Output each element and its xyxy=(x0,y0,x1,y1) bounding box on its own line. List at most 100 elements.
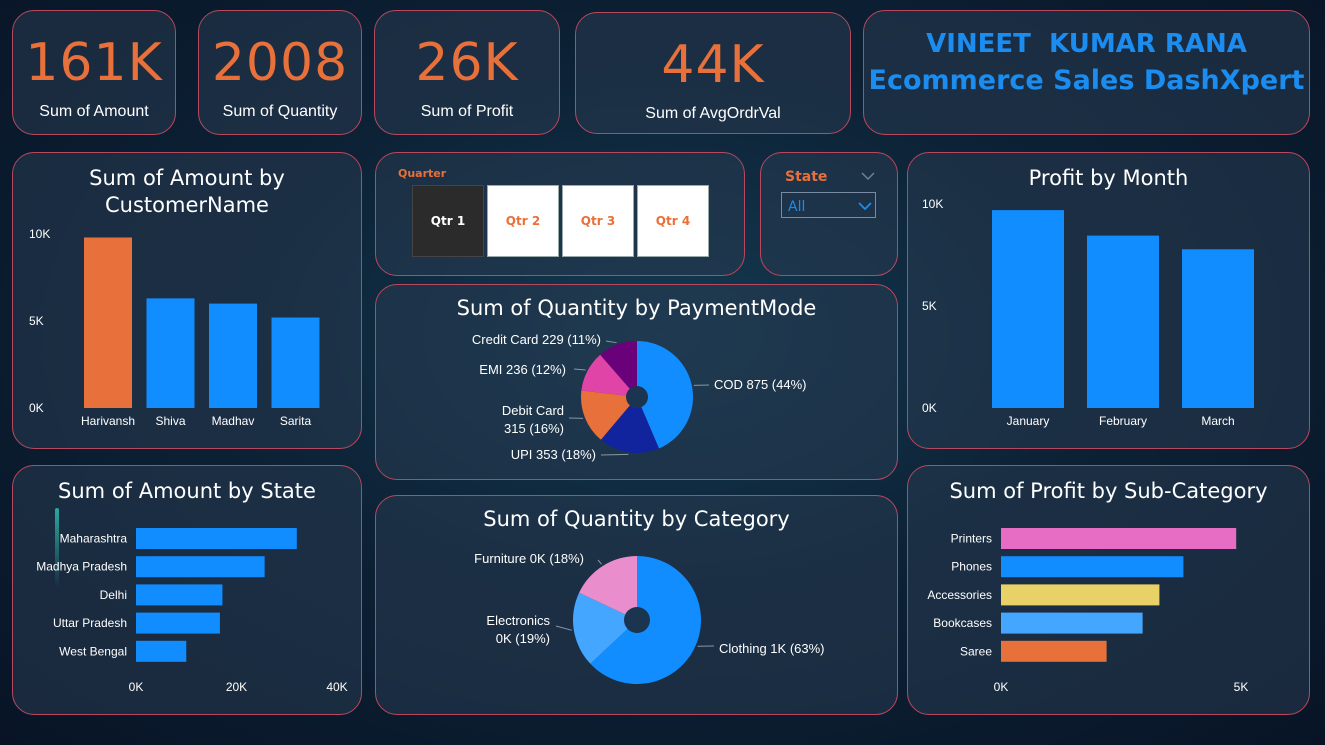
slice-label: Electronics 0K (19%) xyxy=(486,613,550,646)
kpi-value: 26K xyxy=(415,33,519,93)
y-tick-label: Accessories xyxy=(927,588,992,602)
bar xyxy=(1182,249,1254,408)
bar xyxy=(146,298,195,408)
kpi-card-amount: 161K Sum of Amount xyxy=(12,10,176,135)
pie-chart-payment: COD 875 (44%) UPI 353 (18%) Debit Card 315 … xyxy=(472,332,807,462)
slice-label: Furniture 0K (18%) xyxy=(474,551,584,566)
slice-label: Clothing 1K (63%) xyxy=(719,641,825,656)
y-tick-label: West Bengal xyxy=(59,644,127,658)
leader-line xyxy=(605,340,617,344)
bar-chart-subcategory: Printers Phones Accessories Bookcases Saree 0… xyxy=(927,528,1249,694)
quarter-button-qtr2[interactable]: Qtr 2 xyxy=(487,185,559,257)
bar xyxy=(209,303,257,408)
kpi-label: Sum of Quantity xyxy=(222,103,338,120)
slice-label-line: 315 (16%) xyxy=(504,421,564,436)
chart-card-profit-by-subcategory: Sum of Profit by Sub-Category Printers Ph… xyxy=(907,465,1310,715)
bar xyxy=(992,210,1064,408)
slice-label: UPI 353 (18%) xyxy=(511,447,596,462)
y-tick-label: Maharashtra xyxy=(60,532,128,546)
bar xyxy=(1001,528,1237,549)
author-name: VINEET KUMAR RANA xyxy=(926,29,1247,59)
leader-line xyxy=(597,559,603,565)
kpi-value: 44K xyxy=(661,35,765,95)
bar xyxy=(136,612,220,634)
slice-label-line: COD 875 (44%) xyxy=(714,377,806,392)
chart-card-profit-by-month: Profit by Month 0K 5K 10K January February Ma… xyxy=(907,152,1310,449)
quarter-slicer-card: Quarter Qtr 1 Qtr 2 Qtr 3 Qtr 4 xyxy=(375,152,745,276)
leader-line xyxy=(600,453,629,456)
bar xyxy=(271,317,320,408)
x-tick-label: Madhav xyxy=(212,414,255,428)
y-tick-label: 0K xyxy=(922,401,937,415)
bar xyxy=(136,640,187,662)
state-slicer-label: State xyxy=(785,169,828,185)
chart-card-amount-by-customer: Sum of Amount by CustomerName 0K 5K 10K Har… xyxy=(12,152,362,449)
bar xyxy=(1087,235,1159,408)
slice-label-line: Clothing 1K (63%) xyxy=(719,641,825,656)
y-tick-label: Madhya Pradesh xyxy=(36,560,127,574)
kpi-label: Sum of Profit xyxy=(420,103,514,120)
leader-line xyxy=(573,368,586,371)
bar xyxy=(136,584,223,606)
slice-label: Credit Card 229 (11%) xyxy=(472,332,601,347)
x-tick-label: 0K xyxy=(129,680,144,694)
leader-line xyxy=(555,625,572,631)
x-tick-label: Harivansh xyxy=(81,414,135,428)
bar xyxy=(136,556,265,578)
x-tick-label: February xyxy=(1099,414,1147,428)
y-tick-label: 0K xyxy=(29,401,44,415)
x-tick-label: 40K xyxy=(326,680,347,694)
bar xyxy=(1001,556,1184,578)
quarter-slicer-label: Quarter xyxy=(398,167,447,180)
slice-label-line: UPI 353 (18%) xyxy=(511,447,596,462)
y-tick-label: Delhi xyxy=(100,588,127,602)
bar-chart-month: 0K 5K 10K January February March xyxy=(922,197,1254,428)
y-tick-label: 10K xyxy=(29,227,50,241)
pie-chart-category: Clothing 1K (63%) Electronics 0K (19%) Furn… xyxy=(474,551,825,684)
slice-label-line: Debit Card xyxy=(502,403,564,418)
y-tick-label: Phones xyxy=(951,560,992,574)
donut-hole xyxy=(624,607,650,633)
bar xyxy=(1001,612,1143,634)
y-tick-label: Saree xyxy=(960,644,992,658)
bar xyxy=(1001,584,1160,606)
x-tick-label: January xyxy=(1007,414,1050,428)
x-tick-label: Sarita xyxy=(280,414,312,428)
bar-chart-state: Maharashtra Madhya Pradesh Delhi Uttar Prad… xyxy=(36,528,348,694)
donut-hole xyxy=(626,386,648,408)
slice-label: COD 875 (44%) xyxy=(714,377,806,392)
x-tick-label: March xyxy=(1201,414,1234,428)
slice-label-line: Electronics xyxy=(486,613,550,628)
y-tick-label: Printers xyxy=(951,532,992,546)
kpi-value: 161K xyxy=(25,33,163,93)
kpi-value: 2008 xyxy=(211,33,349,93)
dashboard-title: Ecommerce Sales DashXpert xyxy=(868,65,1305,96)
bar xyxy=(84,237,132,408)
bar xyxy=(1001,640,1107,662)
kpi-card-avg-order-value: 44K Sum of AvgOrdrVal xyxy=(575,12,851,134)
chevron-down-icon xyxy=(858,202,872,211)
quarter-button-qtr4[interactable]: Qtr 4 xyxy=(637,185,709,257)
kpi-label: Sum of Amount xyxy=(39,103,149,120)
quarter-button-qtr3[interactable]: Qtr 3 xyxy=(562,185,634,257)
kpi-card-profit: 26K Sum of Profit xyxy=(374,10,560,135)
x-tick-label: 0K xyxy=(994,680,1009,694)
state-dropdown[interactable]: All xyxy=(781,192,876,218)
chart-card-amount-by-state: Sum of Amount by State Maharashtra Madhya… xyxy=(12,465,362,715)
bar-chart-customer: 0K 5K 10K Harivansh Shiva Madhav Sarita xyxy=(29,227,320,428)
slice-label-line: EMI 236 (12%) xyxy=(479,362,566,377)
quarter-button-qtr1[interactable]: Qtr 1 xyxy=(412,185,484,257)
chevron-down-icon[interactable] xyxy=(861,171,875,181)
kpi-card-quantity: 2008 Sum of Quantity xyxy=(198,10,362,135)
kpi-label: Sum of AvgOrdrVal xyxy=(645,105,781,122)
x-tick-label: 5K xyxy=(1234,680,1249,694)
dashboard-title-card: VINEET KUMAR RANA Ecommerce Sales DashXp… xyxy=(863,10,1310,135)
y-tick-label: 10K xyxy=(922,197,943,211)
x-tick-label: Shiva xyxy=(155,414,185,428)
chart-card-quantity-by-category: Sum of Quantity by Category Clothing 1K … xyxy=(375,495,898,715)
x-tick-label: 20K xyxy=(226,680,247,694)
slice-label-line: 0K (19%) xyxy=(496,631,550,646)
y-tick-label: Uttar Pradesh xyxy=(53,616,127,630)
slice-label-line: Furniture 0K (18%) xyxy=(474,551,584,566)
y-tick-label: 5K xyxy=(922,299,937,313)
